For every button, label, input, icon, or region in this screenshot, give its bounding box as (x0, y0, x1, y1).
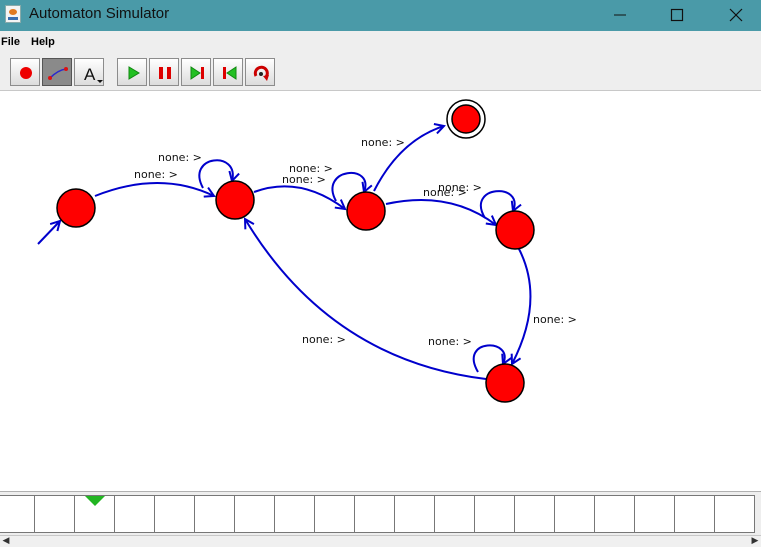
automaton-diagram[interactable]: none: > none: > none: > none: > none: > … (0, 91, 761, 491)
transition-s4-s5[interactable] (512, 248, 532, 364)
label-s2-s2: none: > (289, 162, 333, 175)
tape-cell[interactable] (515, 495, 555, 533)
tape-cell[interactable] (0, 495, 35, 533)
state-s4[interactable] (495, 210, 535, 250)
play-icon (128, 66, 140, 80)
tape-cell[interactable] (595, 495, 635, 533)
tape-cell[interactable] (155, 495, 195, 533)
tape-cell[interactable] (715, 495, 755, 533)
transition-arrow-icon (48, 67, 68, 80)
toolbar: A (0, 53, 761, 91)
menu-file[interactable]: File (1, 36, 20, 48)
tape-scrollbar[interactable]: ◀ ▶ (0, 535, 761, 547)
close-icon (729, 8, 743, 22)
step-back-button[interactable] (213, 58, 243, 86)
label-s4-s5: none: > (533, 313, 577, 326)
step-forward-button[interactable] (181, 58, 211, 86)
tape-cell[interactable] (115, 495, 155, 533)
step-back-icon (223, 66, 237, 80)
title-bar: Automaton Simulator (0, 0, 761, 31)
play-button[interactable] (117, 58, 147, 86)
window-title: Automaton Simulator (29, 5, 170, 22)
close-button[interactable] (713, 0, 759, 31)
tape-cell[interactable] (235, 495, 275, 533)
java-app-icon[interactable] (5, 5, 21, 23)
tape-cell[interactable] (675, 495, 715, 533)
text-a-icon: A (84, 65, 103, 84)
tape-cell[interactable] (355, 495, 395, 533)
initial-arrow (37, 221, 60, 245)
state-s2[interactable] (346, 191, 386, 231)
label-s0-s1: none: > (134, 168, 178, 181)
add-transition-button[interactable] (42, 58, 72, 86)
pause-button[interactable] (149, 58, 179, 86)
tape-cell[interactable] (635, 495, 675, 533)
minimize-icon (614, 14, 626, 16)
state-s3[interactable] (451, 104, 481, 134)
maximize-button[interactable] (654, 0, 700, 31)
scroll-left-icon[interactable]: ◀ (0, 536, 12, 547)
tape-cell[interactable] (435, 495, 475, 533)
maximize-icon (670, 8, 684, 22)
step-forward-icon (190, 66, 204, 80)
label-s1-s1: none: > (158, 151, 202, 164)
reset-button[interactable] (245, 58, 275, 86)
tape-cell[interactable] (35, 495, 75, 533)
scroll-right-icon[interactable]: ▶ (749, 536, 761, 547)
transition-s0-s1[interactable] (94, 182, 214, 196)
red-dot-icon (20, 67, 32, 79)
state-s1[interactable] (215, 180, 255, 220)
label-s2-s3: none: > (361, 136, 405, 149)
add-state-button[interactable] (10, 58, 40, 86)
text-tool-glyph: A (84, 65, 96, 84)
label-s5-s5: none: > (428, 335, 472, 348)
label-s5-s1: none: > (302, 333, 346, 346)
reset-icon (253, 65, 269, 81)
tape-head-marker (85, 496, 105, 506)
state-s5[interactable] (485, 363, 525, 403)
tape-cell[interactable] (195, 495, 235, 533)
tape-panel: ◀ ▶ (0, 491, 761, 547)
transition-s2-s4[interactable] (385, 199, 496, 225)
label-s4-s4: none: > (438, 181, 482, 194)
tape-cell[interactable] (275, 495, 315, 533)
menu-help[interactable]: Help (31, 36, 55, 48)
pause-icon (159, 67, 171, 79)
state-s0[interactable] (56, 188, 96, 228)
menu-bar: File Help (0, 31, 761, 53)
text-tool-button[interactable]: A (74, 58, 104, 86)
automaton-canvas[interactable]: none: > none: > none: > none: > none: > … (0, 91, 761, 491)
transition-s1-s2[interactable] (253, 185, 345, 209)
minimize-button[interactable] (597, 0, 643, 31)
tape-cell[interactable] (475, 495, 515, 533)
tape-cell[interactable] (555, 495, 595, 533)
tape-cell[interactable] (315, 495, 355, 533)
tape-cell[interactable] (395, 495, 435, 533)
transition-s5-s1[interactable] (245, 219, 487, 380)
